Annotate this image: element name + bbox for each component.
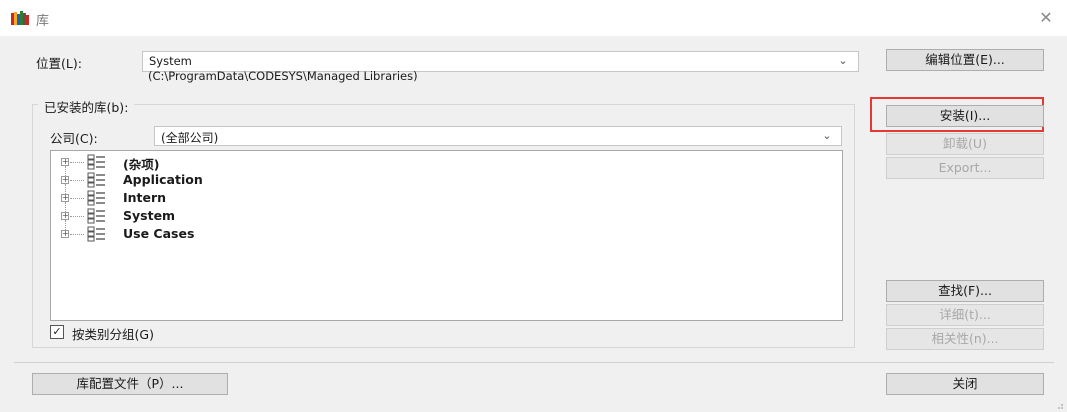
tree-item-label: System bbox=[123, 208, 176, 223]
export-button[interactable]: Export... bbox=[886, 157, 1044, 179]
expand-icon[interactable]: + bbox=[61, 158, 69, 166]
location-label: 位置(L): bbox=[36, 56, 82, 71]
tree-line bbox=[70, 198, 84, 199]
expand-icon[interactable]: + bbox=[61, 194, 69, 202]
library-books-icon bbox=[11, 11, 29, 25]
tree-item[interactable]: + Use Cases bbox=[51, 225, 451, 243]
group-by-category-checkbox[interactable]: ✓ bbox=[50, 325, 64, 339]
library-tree[interactable]: + (杂项) + Application + Intern + System +… bbox=[50, 150, 843, 321]
title-bar: 库 ✕ bbox=[0, 0, 1067, 36]
divider bbox=[14, 362, 1054, 363]
library-category-icon bbox=[87, 172, 105, 188]
edit-location-button[interactable]: 编辑位置(E)... bbox=[886, 49, 1044, 71]
company-select[interactable]: (全部公司) ⌄ bbox=[154, 126, 842, 146]
tree-line bbox=[70, 180, 84, 181]
tree-item[interactable]: + Application bbox=[51, 171, 451, 202]
library-profile-button[interactable]: 库配置文件（P）... bbox=[32, 373, 228, 395]
chevron-down-icon[interactable]: ⌄ bbox=[819, 129, 835, 143]
close-button[interactable]: 关闭 bbox=[886, 373, 1044, 395]
tree-item-label: Use Cases bbox=[123, 226, 195, 241]
dependencies-button[interactable]: 相关性(n)... bbox=[886, 328, 1044, 350]
find-button[interactable]: 查找(F)... bbox=[886, 280, 1044, 302]
expand-icon[interactable]: + bbox=[61, 212, 69, 220]
uninstall-button[interactable]: 卸载(U) bbox=[886, 133, 1044, 155]
location-value: System bbox=[149, 54, 192, 68]
company-value: (全部公司) bbox=[161, 131, 219, 145]
library-dialog: 库 ✕ 位置(L): System ⌄ (C:\ProgramData\CODE… bbox=[0, 0, 1067, 412]
tree-item[interactable]: + Intern bbox=[51, 189, 451, 220]
group-by-category-label: 按类别分组(G) bbox=[72, 327, 154, 342]
tree-item[interactable]: + System bbox=[51, 207, 451, 238]
company-label: 公司(C): bbox=[50, 131, 98, 146]
expand-icon[interactable]: + bbox=[61, 230, 69, 238]
location-path: (C:\ProgramData\CODESYS\Managed Librarie… bbox=[148, 69, 418, 83]
library-category-icon bbox=[87, 154, 105, 170]
tree-line bbox=[70, 162, 84, 163]
tree-item-label: Application bbox=[123, 172, 203, 187]
tree-line bbox=[70, 216, 84, 217]
library-category-icon bbox=[87, 226, 105, 242]
expand-icon[interactable]: + bbox=[61, 176, 69, 184]
chevron-down-icon[interactable]: ⌄ bbox=[835, 54, 851, 68]
resize-grip-icon[interactable] bbox=[1054, 400, 1064, 410]
details-button[interactable]: 详细(t)... bbox=[886, 304, 1044, 326]
library-category-icon bbox=[87, 190, 105, 206]
close-icon[interactable]: ✕ bbox=[1035, 8, 1057, 28]
library-category-icon bbox=[87, 208, 105, 224]
tree-item[interactable]: + (杂项) bbox=[51, 153, 451, 184]
installed-libraries-title: 已安装的库(b): bbox=[38, 97, 135, 116]
tree-line bbox=[70, 234, 84, 235]
tree-item-label: Intern bbox=[123, 190, 167, 205]
window-title: 库 bbox=[36, 14, 50, 29]
install-button[interactable]: 安装(I)... bbox=[886, 105, 1044, 127]
